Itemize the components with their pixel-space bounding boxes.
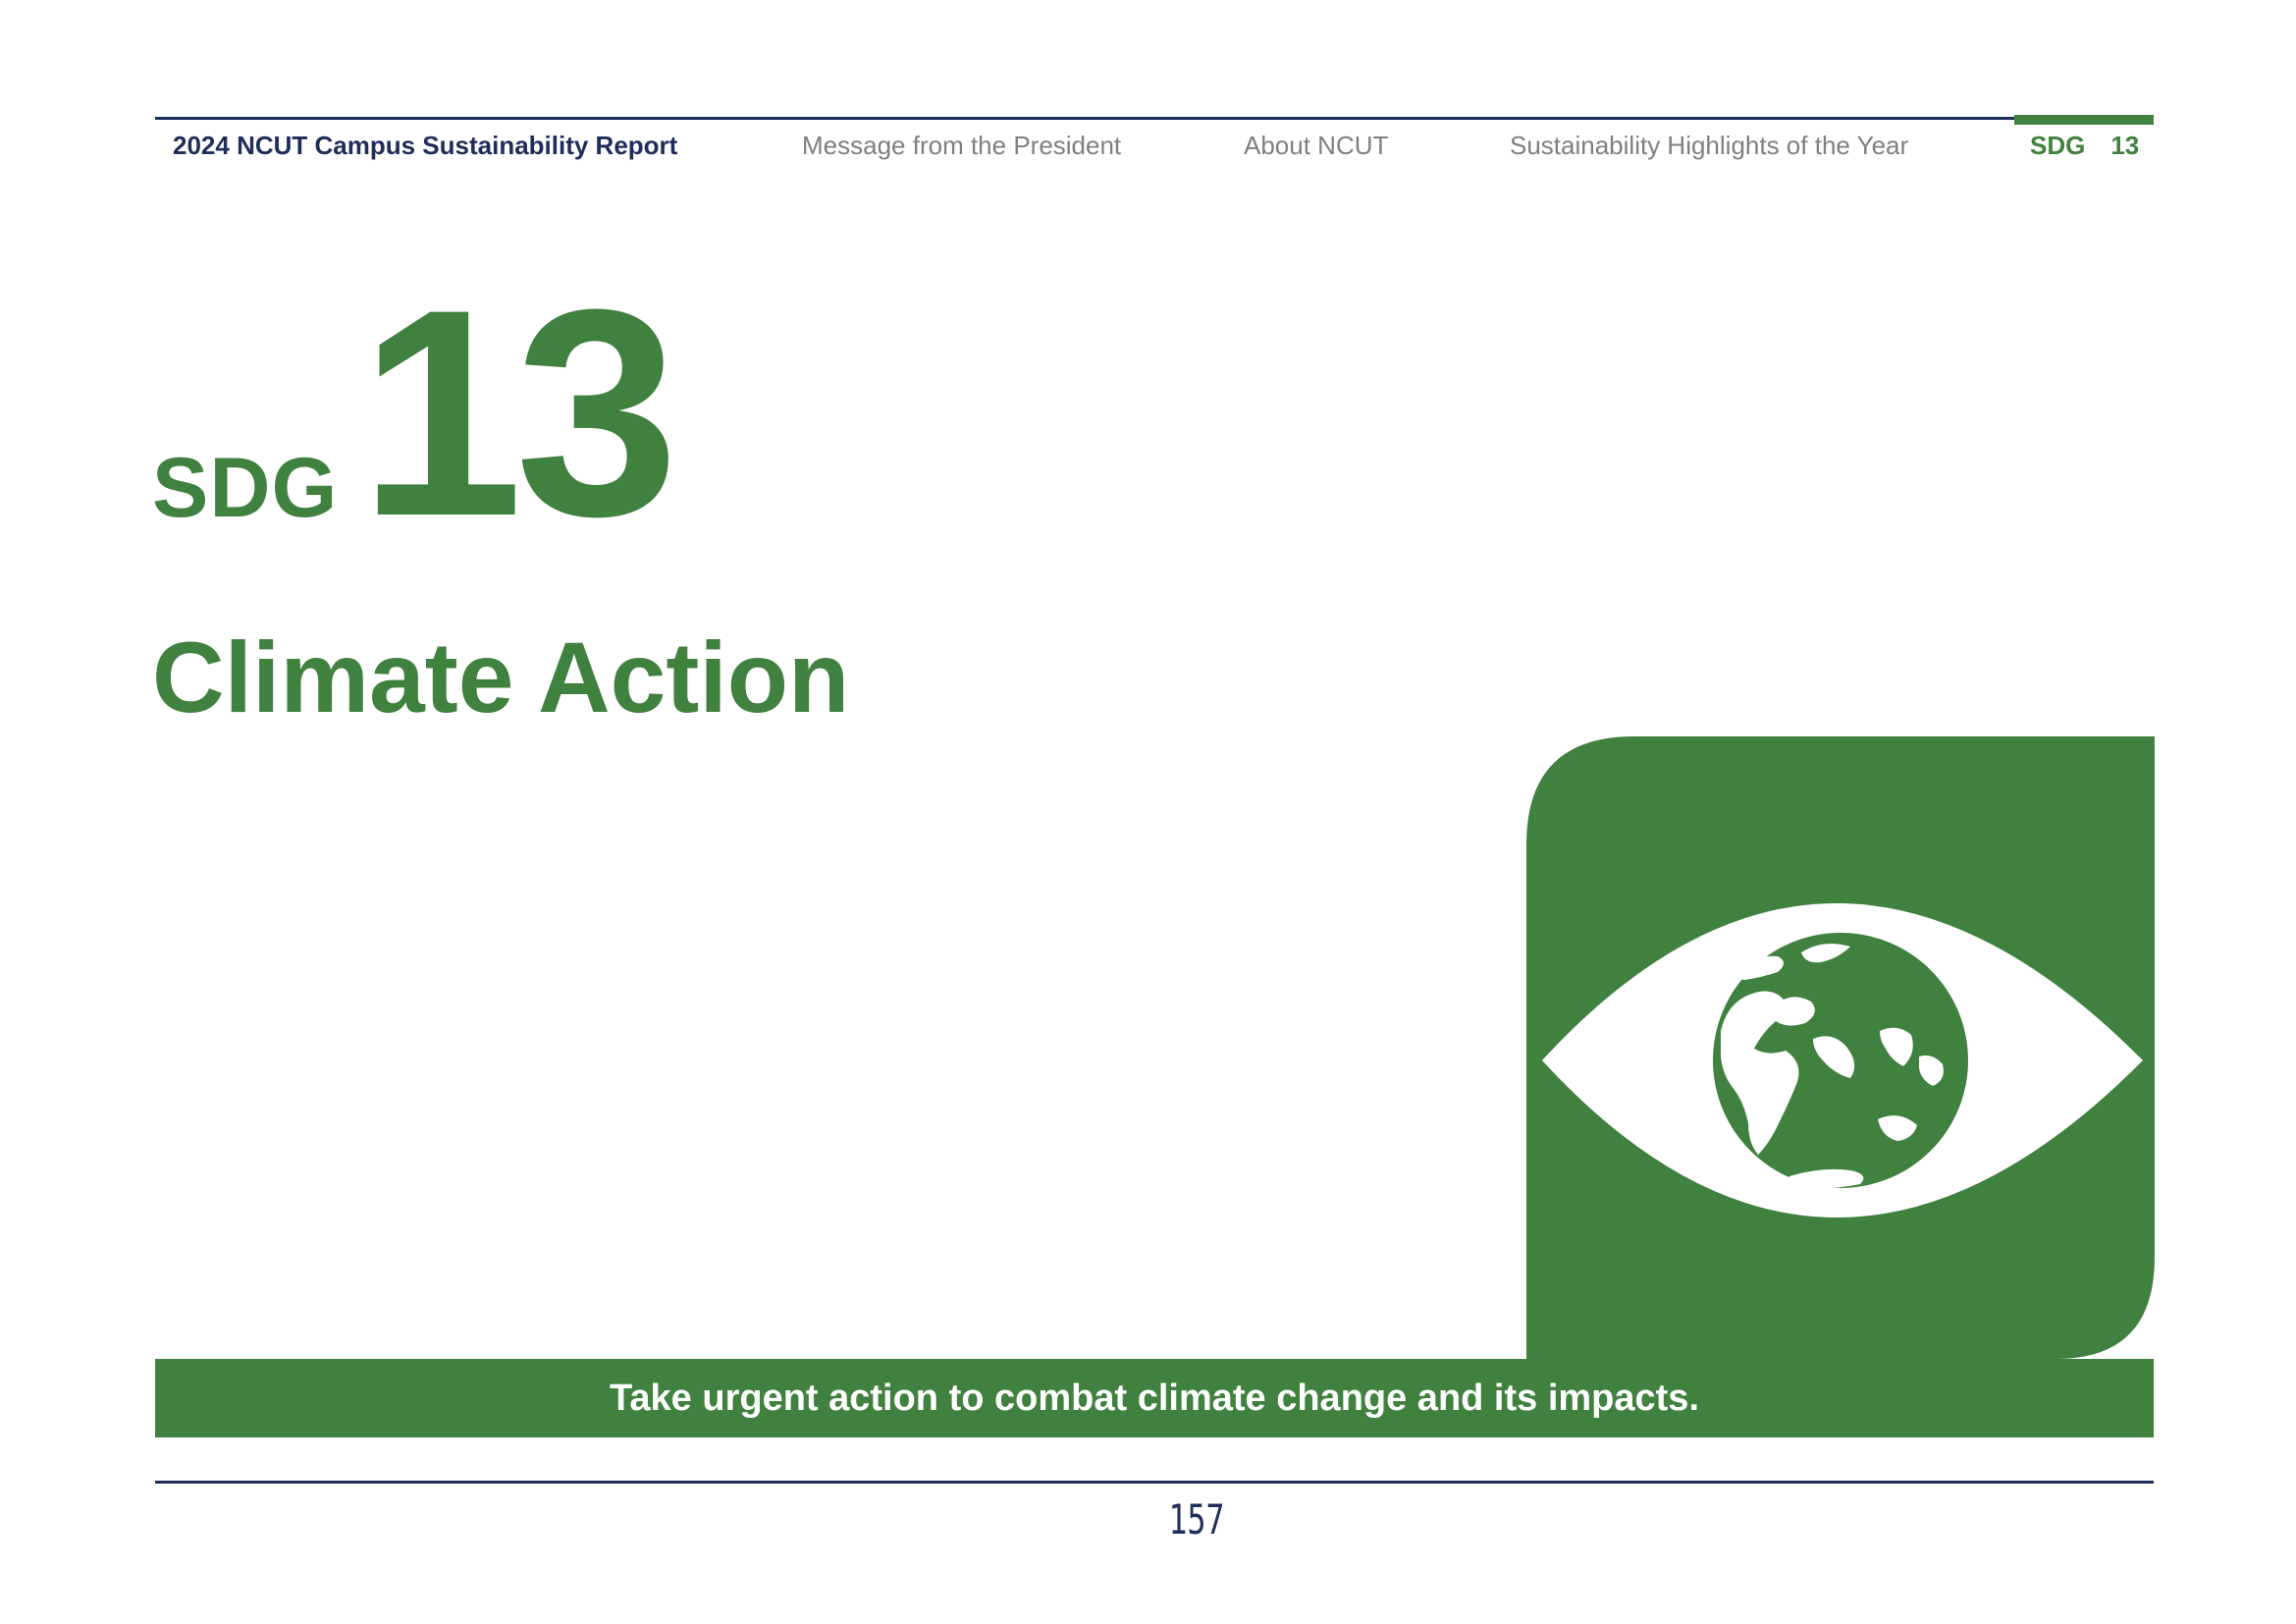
header-rule	[155, 117, 2154, 120]
nav-sdg-prefix: SDG	[2030, 131, 2086, 160]
goal-tagline: Take urgent action to combat climate cha…	[155, 1359, 2154, 1437]
nav-sdg-number: 13	[2110, 131, 2140, 160]
page-number: 157	[1168, 1495, 1225, 1543]
goal-title: Climate Action	[152, 622, 850, 733]
eye-with-globe-icon	[1526, 736, 2155, 1363]
nav-link-about-ncut[interactable]: About NCUT	[1244, 128, 1388, 163]
nav-link-sustainability-highlights[interactable]: Sustainability Highlights of the Year	[1510, 128, 1908, 163]
sdg-prefix-label: SDG	[152, 441, 339, 535]
sdg-number: 13	[359, 247, 679, 577]
nav-link-message-from-president[interactable]: Message from the President	[802, 128, 1121, 163]
active-section-indicator	[2014, 115, 2154, 125]
report-title: 2024 NCUT Campus Sustainability Report	[173, 131, 678, 160]
nav-link-current-sdg[interactable]: SDG 13	[2030, 128, 2139, 163]
footer-rule	[155, 1481, 2154, 1484]
